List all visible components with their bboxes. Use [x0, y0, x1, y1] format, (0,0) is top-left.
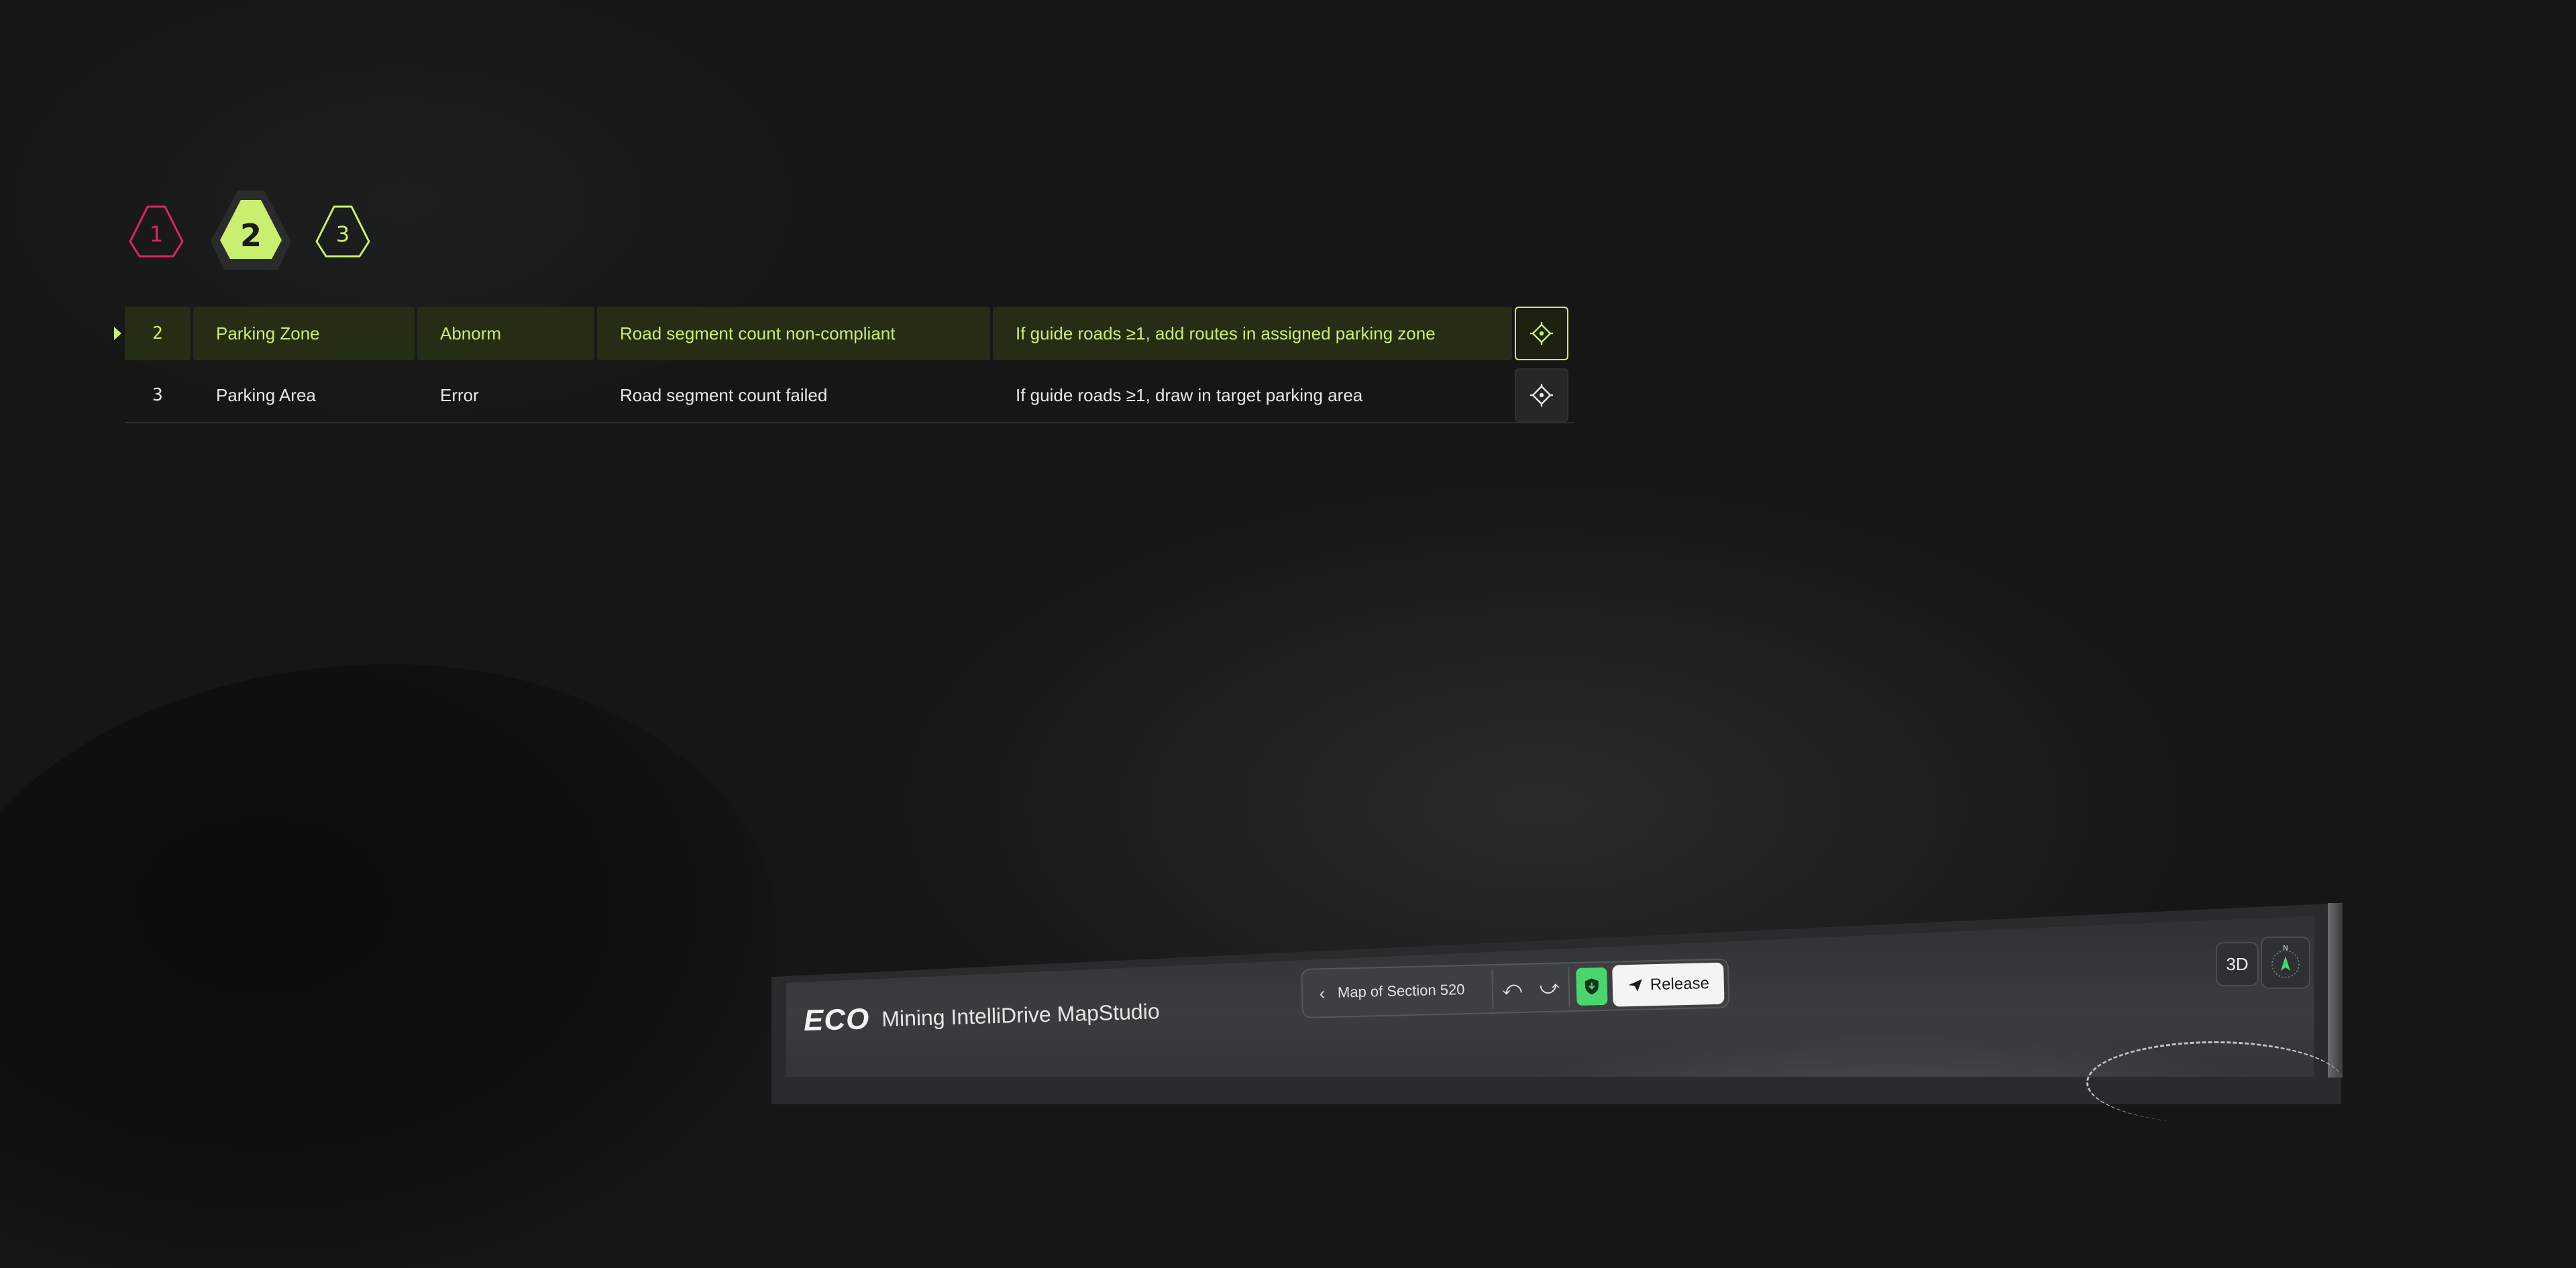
- row-level: Error: [440, 384, 479, 405]
- row-suggestion: If guide roads ≥1, add routes in assigne…: [993, 307, 1512, 360]
- issue-table: 2 Parking Zone Abnorm Road segment count…: [114, 307, 1574, 431]
- locate-button[interactable]: [1515, 307, 1568, 360]
- map-selector: ‹ Map of Section 520 ⤺ ⤻ Release: [1301, 958, 1730, 1018]
- undo-icon[interactable]: ⤺: [1493, 977, 1532, 1000]
- step-1[interactable]: 1: [127, 203, 185, 260]
- row-description: Road segment count failed: [620, 384, 828, 405]
- selected-row-marker: [114, 327, 121, 340]
- row-action: [1515, 368, 1568, 422]
- app-title: Mining IntelliDrive MapStudio: [881, 998, 1161, 1031]
- view-3d-button[interactable]: 3D: [2216, 942, 2259, 986]
- release-label: Release: [1650, 974, 1710, 994]
- table-row[interactable]: 3 Parking Area Error Road segment count …: [125, 368, 1574, 423]
- row-level: Abnorm: [417, 307, 594, 360]
- person-silhouette: [0, 664, 778, 1268]
- locate-button[interactable]: [1515, 368, 1568, 422]
- step-3[interactable]: 3: [314, 203, 372, 260]
- row-index: 2: [125, 307, 191, 360]
- map-name[interactable]: Map of Section 520: [1332, 980, 1493, 1002]
- step-indicator: 1 2 3: [127, 188, 382, 282]
- map-toolbar: ‹ Map of Section 520 ⤺ ⤻ Release: [1301, 953, 1753, 1024]
- redo-icon[interactable]: ⤻: [1530, 976, 1568, 999]
- logo-mark: ECO: [803, 1002, 870, 1037]
- locate-icon: [1530, 384, 1553, 407]
- row-index: 3: [152, 385, 163, 405]
- row-type: Parking Zone: [193, 307, 415, 360]
- divider: [1568, 967, 1570, 1008]
- table-row[interactable]: 2 Parking Zone Abnorm Road segment count…: [114, 307, 1574, 360]
- shield-button[interactable]: [1576, 967, 1608, 1006]
- compass[interactable]: N: [2261, 937, 2310, 989]
- compass-north-label: N: [2283, 945, 2288, 952]
- step-1-number: 1: [149, 221, 164, 247]
- back-icon[interactable]: ‹: [1312, 982, 1333, 1004]
- compass-icon: N: [2271, 945, 2300, 978]
- map-route: [2086, 1041, 2343, 1124]
- row-description: Road segment count non-compliant: [597, 307, 990, 360]
- shield-icon: [1585, 978, 1599, 995]
- row-type: Parking Area: [216, 384, 316, 405]
- send-icon: [1628, 979, 1642, 992]
- step-2-number: 2: [239, 217, 262, 254]
- monitor-edge: [2328, 903, 2343, 1077]
- row-action: [1515, 307, 1568, 360]
- row-suggestion: If guide roads ≥1, draw in target parkin…: [1016, 384, 1363, 405]
- locate-icon: [1530, 322, 1553, 345]
- release-button[interactable]: Release: [1612, 962, 1725, 1007]
- step-3-number: 3: [335, 221, 350, 247]
- step-2[interactable]: 2: [208, 188, 294, 274]
